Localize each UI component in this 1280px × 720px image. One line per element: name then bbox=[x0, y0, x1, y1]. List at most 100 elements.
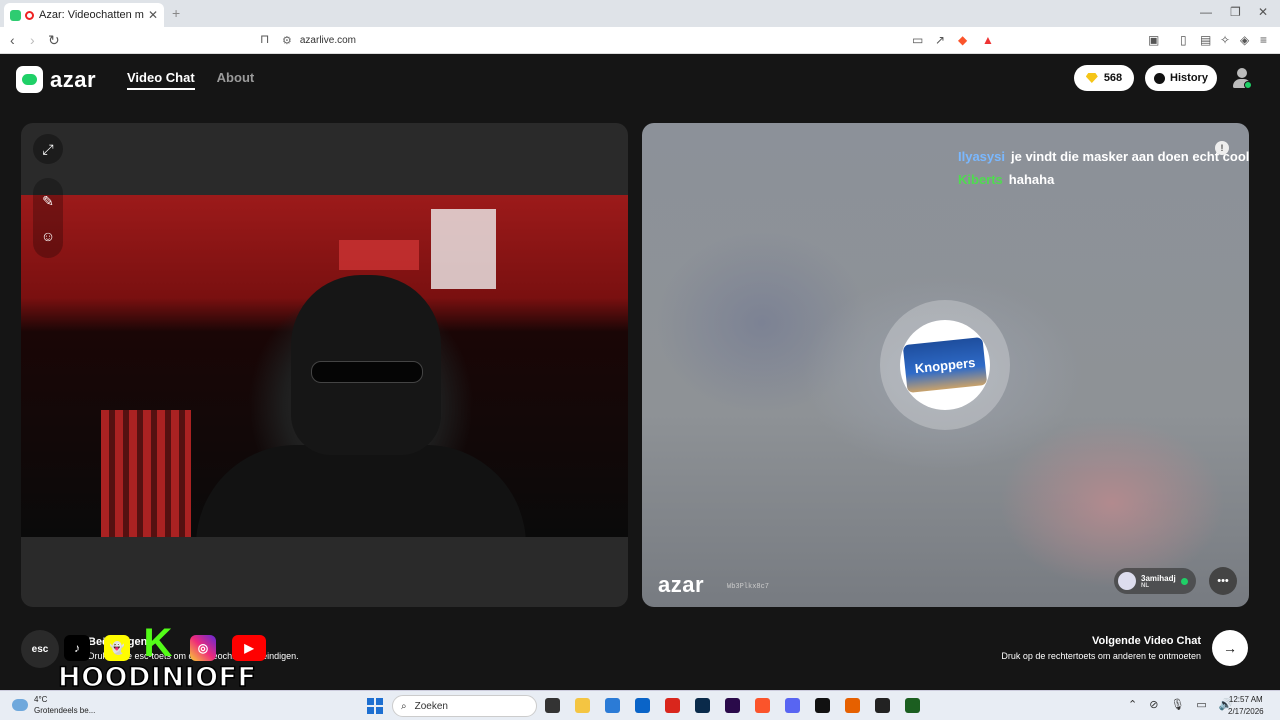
history-label: History bbox=[1170, 72, 1208, 84]
history-button[interactable]: History bbox=[1145, 65, 1217, 91]
new-tab-icon[interactable]: + bbox=[172, 5, 180, 21]
taskbar-search[interactable]: ⌕ Zoeken bbox=[392, 695, 537, 717]
face-filter-icon[interactable]: ☺ bbox=[41, 228, 55, 244]
main-nav: Video Chat About bbox=[127, 70, 254, 90]
weather-temp: 4°C bbox=[34, 695, 48, 704]
clock-time: 12:57 AM bbox=[1228, 695, 1263, 704]
system-clock[interactable]: 12:57 AM 2/17/2026 bbox=[1228, 694, 1264, 718]
nvidia-icon[interactable] bbox=[905, 698, 920, 713]
windows-start-icon[interactable] bbox=[367, 698, 383, 714]
gem-icon bbox=[1085, 73, 1098, 83]
browser-tabbar: Azar: Videochatten met nieuw ✕ + — ❐ ✕ bbox=[0, 0, 1280, 27]
search-placeholder: Zoeken bbox=[414, 700, 448, 712]
weather-icon bbox=[12, 699, 28, 711]
origin-icon[interactable] bbox=[845, 698, 860, 713]
reload-icon[interactable]: ↻ bbox=[48, 32, 60, 49]
leo-ai-icon[interactable]: ✧ bbox=[1220, 33, 1230, 47]
chat-overlay: Ilyasysi je vindt die masker aan doen ech… bbox=[958, 149, 1249, 187]
sunglasses bbox=[311, 361, 423, 383]
brave-rewards-icon[interactable]: ▲ bbox=[982, 33, 994, 47]
bookmark-icon[interactable]: ⊓ bbox=[260, 32, 269, 46]
taskbar-apps bbox=[545, 698, 920, 713]
verified-icon bbox=[1180, 577, 1188, 585]
browser-tab[interactable]: Azar: Videochatten met nieuw ✕ bbox=[4, 3, 164, 27]
chat-icon[interactable]: ▭ bbox=[1196, 698, 1206, 711]
weather-widget[interactable]: 4°C Grotendeels be... bbox=[12, 694, 95, 716]
microphone-icon[interactable]: 🎙 bbox=[1170, 698, 1184, 711]
file-explorer-icon[interactable] bbox=[575, 698, 590, 713]
next-chat-button[interactable]: → bbox=[1212, 630, 1248, 666]
share-icon[interactable]: ↗ bbox=[935, 33, 945, 47]
tiktok-icon: ♪ bbox=[64, 635, 90, 661]
azar-favicon-icon bbox=[10, 9, 21, 21]
back-icon[interactable]: ‹ bbox=[10, 32, 15, 48]
partner-country: NL bbox=[1141, 582, 1149, 589]
nav-about[interactable]: About bbox=[217, 70, 255, 90]
epic-games-icon[interactable] bbox=[815, 698, 830, 713]
no-fart-zone-sign bbox=[431, 209, 496, 289]
room-id: Wb3Plkx8c7 bbox=[727, 583, 770, 591]
premiere-icon[interactable] bbox=[725, 698, 740, 713]
clock-icon bbox=[1154, 72, 1166, 84]
chat-message: Ilyasysi je vindt die masker aan doen ech… bbox=[958, 149, 1249, 164]
esc-button[interactable]: esc bbox=[21, 630, 59, 668]
local-video-panel: ⤢ ✎ ☺ bbox=[21, 123, 628, 607]
partner-info: 3amihadj NL bbox=[1141, 574, 1176, 589]
weather-text: 4°C Grotendeels be... bbox=[34, 694, 95, 716]
partner-profile-chip[interactable]: 3amihadj NL bbox=[1114, 568, 1196, 594]
streamer-name: HOODINIOFF bbox=[57, 661, 257, 694]
youtube-icon: ▶ bbox=[232, 635, 266, 661]
discord-icon[interactable] bbox=[785, 698, 800, 713]
wallet-icon[interactable]: ▤ bbox=[1200, 33, 1211, 47]
clock-date: 2/17/2026 bbox=[1228, 707, 1264, 716]
profile-avatar[interactable] bbox=[1231, 67, 1253, 89]
search-icon: ⌕ bbox=[401, 700, 407, 712]
user-icon bbox=[1237, 68, 1247, 78]
outlook-icon[interactable] bbox=[635, 698, 650, 713]
chat-bubble-icon[interactable]: ••• bbox=[1209, 567, 1237, 595]
chat-username: Kiberts bbox=[958, 172, 1003, 187]
magic-wand-icon[interactable]: ✎ bbox=[42, 193, 54, 210]
next-chat-description: Druk op de rechtertoets om anderen te on… bbox=[1001, 651, 1201, 661]
effects-toolbar: ✎ ☺ bbox=[33, 178, 63, 258]
system-tray: ⌃ ⊘ 🎙 ▭ 🔊 bbox=[1128, 698, 1233, 711]
fullscreen-icon[interactable]: ⤢ bbox=[33, 134, 63, 164]
network-off-icon[interactable]: ⊘ bbox=[1149, 698, 1158, 711]
gems-button[interactable]: 568 bbox=[1074, 65, 1134, 91]
warning-sign bbox=[339, 240, 419, 270]
store-icon[interactable] bbox=[605, 698, 620, 713]
vpn-icon[interactable]: ◈ bbox=[1240, 33, 1249, 47]
cast-icon[interactable]: ▭ bbox=[912, 33, 923, 47]
knoppers-image: Knoppers bbox=[902, 336, 988, 394]
photoshop-icon[interactable] bbox=[695, 698, 710, 713]
forward-icon[interactable]: › bbox=[30, 32, 35, 48]
nav-video-chat[interactable]: Video Chat bbox=[127, 70, 195, 90]
obs-icon[interactable] bbox=[875, 698, 890, 713]
minimize-icon[interactable]: — bbox=[1200, 5, 1212, 19]
windows-taskbar: 4°C Grotendeels be... ⌕ Zoeken ⌃ ⊘ 🎙 ▭ 🔊… bbox=[0, 690, 1280, 720]
gaming-chair bbox=[101, 410, 191, 537]
sidebar-icon[interactable]: ▯ bbox=[1180, 33, 1187, 47]
chevron-up-icon[interactable]: ⌃ bbox=[1128, 698, 1137, 711]
menu-icon[interactable]: ≡ bbox=[1260, 33, 1267, 47]
address-bar: ‹ › ↻ ⊓ ⚙ azarlive.com ▭ ↗ ◆ ▲ ▣ ▯ ▤ ✧ ◈… bbox=[0, 27, 1280, 54]
close-window-icon[interactable]: ✕ bbox=[1258, 5, 1268, 19]
task-view-icon[interactable] bbox=[545, 698, 560, 713]
azar-logo[interactable]: azar bbox=[16, 66, 96, 93]
url-field[interactable]: ⚙ azarlive.com bbox=[282, 31, 1002, 50]
tab-search-icon[interactable]: ▣ bbox=[1148, 33, 1159, 47]
recording-icon bbox=[25, 10, 34, 20]
restore-icon[interactable]: ❐ bbox=[1230, 5, 1241, 19]
close-tab-icon[interactable]: ✕ bbox=[148, 8, 158, 22]
next-chat-title: Volgende Video Chat bbox=[1092, 635, 1201, 647]
tab-title: Azar: Videochatten met nieuw bbox=[39, 9, 144, 21]
acrobat-icon[interactable] bbox=[665, 698, 680, 713]
partner-avatar: Knoppers bbox=[900, 320, 990, 410]
site-settings-icon[interactable]: ⚙ bbox=[282, 34, 292, 47]
azar-watermark: azar bbox=[658, 572, 705, 597]
gems-count: 568 bbox=[1103, 72, 1123, 84]
brave-shields-icon[interactable]: ◆ bbox=[958, 33, 967, 47]
kick-icon: K bbox=[143, 620, 173, 665]
logo-text: azar bbox=[50, 66, 97, 92]
brave-icon[interactable] bbox=[755, 698, 770, 713]
